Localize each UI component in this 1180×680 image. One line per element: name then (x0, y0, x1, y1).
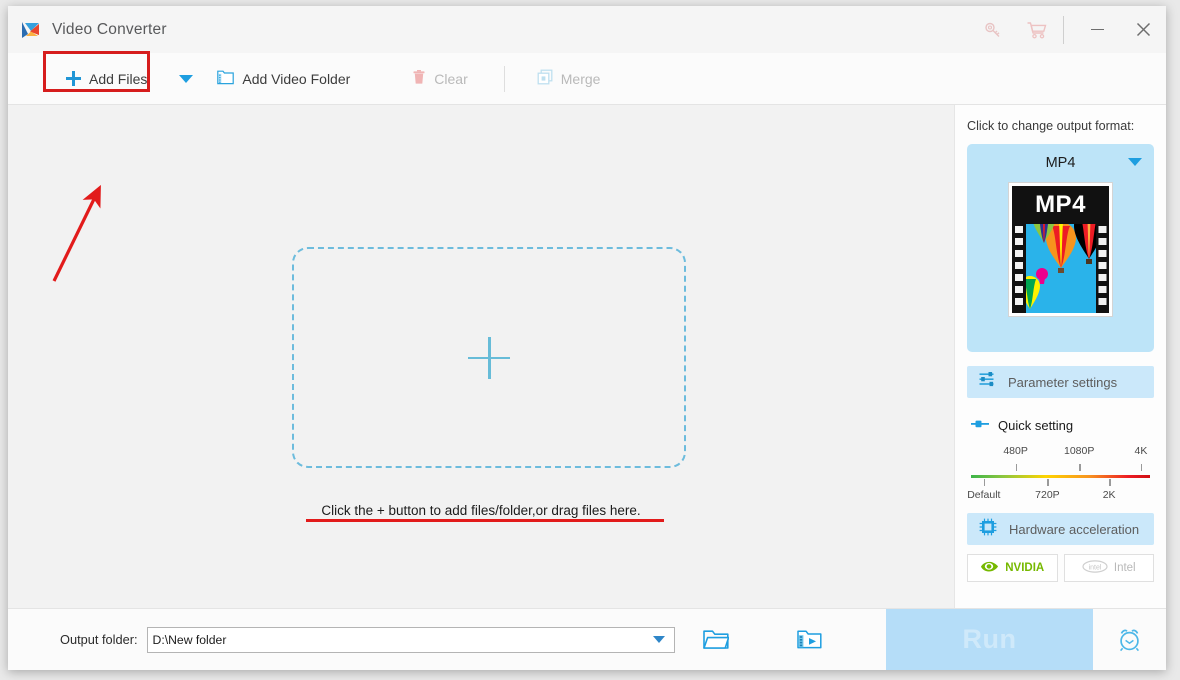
intel-label: Intel (1113, 562, 1136, 574)
run-button-label: Run (962, 624, 1017, 654)
thumbnail-format-label: MP4 (1035, 191, 1086, 218)
slider-tick-up-1 (1015, 464, 1017, 471)
hardware-acceleration-label: Hardware acceleration (1009, 521, 1140, 537)
output-folder-value: D:\New folder (152, 632, 227, 647)
output-format-card[interactable]: MP4 MP4 (967, 144, 1154, 352)
slider-label-2k: 2K (1102, 489, 1116, 501)
dropzone-hint: Click the + button to add files/folder,o… (321, 503, 641, 518)
key-icon[interactable] (971, 10, 1015, 50)
output-format-title: Click to change output format: (967, 119, 1135, 133)
slider-bottom-labels: Default 720P 2K (967, 489, 1154, 503)
output-format-name: MP4 (1045, 155, 1076, 171)
chevron-down-icon[interactable] (1128, 158, 1142, 166)
slider-label-480p: 480P (1003, 445, 1028, 457)
slider-tick-up-3 (1140, 464, 1143, 471)
parameter-settings-button[interactable]: Parameter settings (967, 366, 1154, 398)
main-body: Click the + button to add files/folder,o… (8, 105, 1166, 608)
slider-tick-dn-1 (983, 479, 986, 486)
slider-tick-up-2 (1079, 464, 1081, 471)
slider-top-labels: 480P 1080P 4K (967, 445, 1154, 459)
output-folder-input[interactable]: D:\New folder (146, 626, 675, 653)
format-thumbnail: MP4 (1008, 182, 1113, 317)
cpu-chip-icon (979, 518, 997, 541)
merge-label: Merge (560, 70, 601, 87)
quick-setting-label: Quick setting (998, 417, 1074, 433)
slider-label-default: Default (967, 489, 1001, 501)
titlebar-controls (971, 6, 1166, 53)
plus-icon (66, 71, 81, 86)
add-video-folder-label: Add Video Folder (242, 70, 351, 87)
app-root: Video Converter Add Files Add Video Fold… (0, 0, 1180, 680)
toolbar: Add Files Add Video Folder Clear Merge (8, 50, 1166, 105)
alarm-clock-icon[interactable] (1106, 620, 1152, 660)
nvidia-eye-icon (980, 560, 999, 576)
trash-icon (412, 69, 426, 88)
app-logo-play-icon (20, 19, 42, 41)
slider-tick-dn-2 (1047, 479, 1049, 486)
nvidia-accelerator-button[interactable]: NVIDIA (967, 554, 1058, 582)
slider-tick-dn-3 (1109, 479, 1111, 486)
hardware-acceleration-button[interactable]: Hardware acceleration (967, 513, 1154, 545)
svg-text:intel: intel (1088, 564, 1101, 571)
quality-slider[interactable]: 480P 1080P 4K Default 720P 2K (967, 445, 1154, 503)
hint-underline-annotation (306, 519, 664, 522)
slider-label-720p: 720P (1035, 489, 1060, 501)
parameter-settings-label: Parameter settings (1008, 374, 1118, 390)
slider-handle-icon (971, 416, 989, 434)
add-files-button[interactable]: Add Files (43, 50, 157, 96)
large-plus-icon[interactable] (468, 336, 510, 379)
accelerator-buttons: NVIDIA intel Intel (967, 554, 1154, 582)
add-files-label: Add Files (89, 70, 148, 87)
nvidia-label: NVIDIA (1005, 562, 1045, 574)
intel-logo-icon: intel (1082, 560, 1108, 576)
chevron-down-icon[interactable] (652, 636, 665, 643)
merge-squares-icon (537, 69, 553, 88)
titlebar-divider (1063, 15, 1064, 44)
clear-label: Clear (434, 70, 468, 87)
slider-label-4k: 4K (1134, 445, 1148, 457)
slider-gradient-bar[interactable] (971, 475, 1150, 478)
open-folder-icon[interactable] (693, 620, 739, 660)
video-folder-icon (217, 70, 235, 88)
merge-button[interactable]: Merge (527, 62, 611, 96)
run-button[interactable]: Run (886, 609, 1093, 670)
quick-setting-row: Quick setting (967, 416, 1154, 434)
file-drop-area[interactable]: Click the + button to add files/folder,o… (8, 105, 954, 608)
minimize-button[interactable] (1074, 6, 1120, 53)
close-button[interactable] (1120, 6, 1166, 53)
bottom-bar: Output folder: D:\New folder Run (8, 608, 1166, 670)
thumbnail-format-band: MP4 (1012, 186, 1109, 224)
clear-button[interactable]: Clear (402, 62, 477, 96)
slider-label-1080p: 1080P (1064, 445, 1095, 457)
add-video-folder-button[interactable]: Add Video Folder (207, 62, 360, 96)
output-settings-panel: Click to change output format: MP4 MP4 P… (954, 105, 1166, 608)
red-arrow-annotation (52, 185, 101, 282)
output-folder-label: Output folder: (60, 632, 138, 647)
title-bar: Video Converter (8, 6, 1166, 53)
chevron-down-icon[interactable] (179, 74, 194, 83)
sliders-icon (979, 372, 996, 392)
video-folder-icon[interactable] (787, 620, 833, 660)
application-window: Video Converter Add Files Add Video Fold… (8, 6, 1166, 670)
window-title: Video Converter (52, 20, 167, 38)
shopping-cart-icon[interactable] (1015, 10, 1059, 50)
toolbar-divider (503, 65, 505, 92)
intel-accelerator-button[interactable]: intel Intel (1063, 554, 1154, 582)
dropzone-box[interactable] (292, 247, 686, 468)
